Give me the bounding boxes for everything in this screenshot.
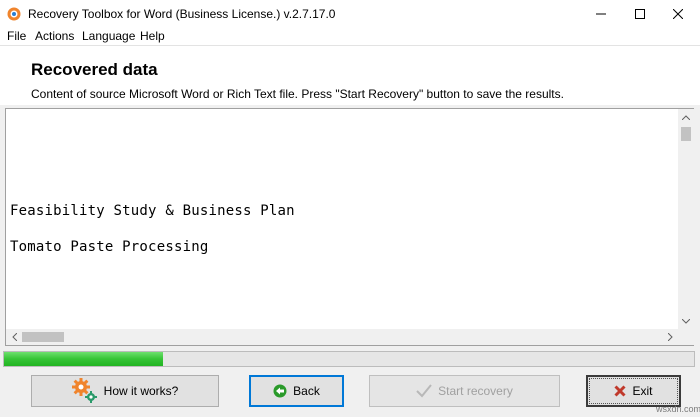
chevron-left-icon — [11, 333, 17, 341]
app-icon — [7, 7, 21, 21]
scrollbar-corner — [678, 329, 694, 345]
exit-button[interactable]: Exit — [586, 375, 681, 407]
menu-language[interactable]: Language — [82, 29, 135, 43]
how-it-works-button[interactable]: How it works? — [31, 375, 219, 407]
back-button[interactable]: Back — [249, 375, 344, 407]
focus-rectangle — [589, 378, 678, 404]
title-bar[interactable]: Recovery Toolbox for Word (Business Lice… — [0, 0, 700, 28]
step-header: Recovered data Content of source Microso… — [0, 45, 700, 105]
chevron-right-icon — [667, 333, 673, 341]
scroll-right-arrow[interactable] — [662, 329, 678, 345]
chevron-down-icon — [682, 318, 690, 324]
maximize-icon — [634, 9, 645, 19]
menu-file[interactable]: File — [7, 29, 26, 43]
menu-actions[interactable]: Actions — [35, 29, 74, 43]
start-recovery-button[interactable]: Start recovery — [369, 375, 560, 407]
horizontal-scroll-thumb[interactable] — [22, 332, 64, 342]
menu-help[interactable]: Help — [140, 29, 165, 43]
progress-fill — [4, 352, 163, 366]
back-label: Back — [293, 384, 320, 398]
window-title: Recovery Toolbox for Word (Business Lice… — [28, 7, 336, 21]
document-line: Tomato Paste Processing — [10, 239, 209, 255]
progress-bar — [3, 351, 695, 367]
document-preview[interactable]: Feasibility Study & Business Plan Tomato… — [5, 108, 694, 346]
close-icon — [672, 9, 683, 19]
scroll-down-arrow[interactable] — [678, 313, 694, 329]
horizontal-scrollbar[interactable] — [6, 329, 678, 345]
vertical-scrollbar[interactable] — [678, 109, 694, 329]
vertical-scroll-thumb[interactable] — [681, 127, 691, 141]
how-it-works-label: How it works? — [103, 384, 179, 398]
scroll-up-arrow[interactable] — [678, 109, 694, 125]
start-recovery-label: Start recovery — [438, 384, 513, 398]
scroll-left-arrow[interactable] — [6, 329, 22, 345]
chevron-up-icon — [682, 114, 690, 120]
minimize-icon — [595, 13, 606, 15]
checkmark-icon — [416, 384, 432, 398]
page-title: Recovered data — [31, 60, 158, 79]
watermark: wsxdn.com — [656, 404, 700, 414]
gears-icon — [71, 378, 97, 403]
document-line: Feasibility Study & Business Plan — [10, 203, 295, 219]
menu-bar: File Actions Language Help — [0, 28, 700, 45]
page-subtitle: Content of source Microsoft Word or Rich… — [31, 87, 564, 101]
close-button[interactable] — [655, 0, 700, 28]
back-arrow-icon — [273, 384, 287, 398]
